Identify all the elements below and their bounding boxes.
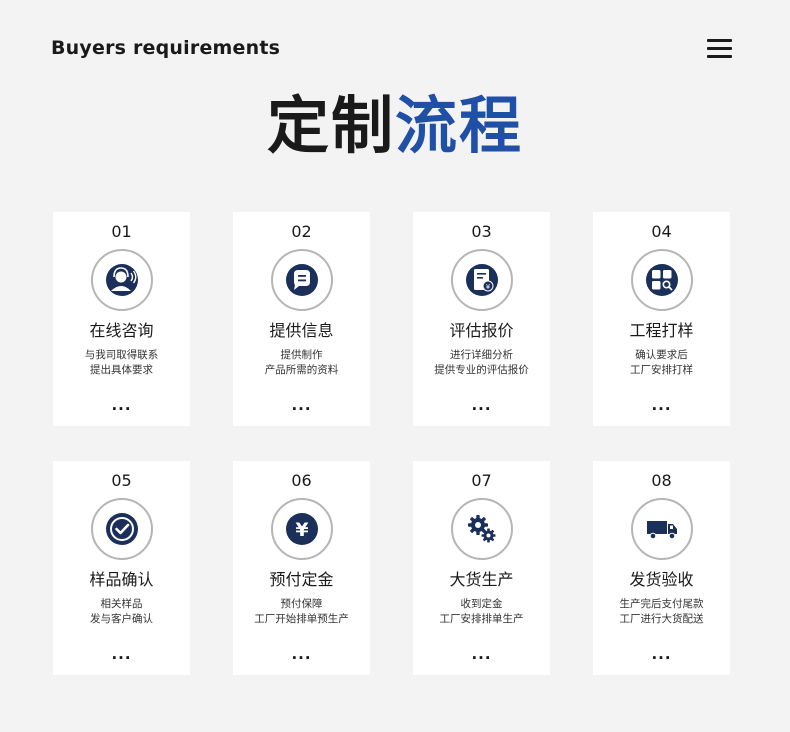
step-title: 预付定金 — [269, 570, 334, 589]
step-title: 提供信息 — [269, 321, 334, 340]
chat-bubble-icon — [271, 249, 333, 311]
delivery-truck-icon — [631, 498, 693, 560]
step-desc-line1: 进行详细分析 — [450, 349, 513, 361]
step-description: 生产完后支付尾款 工厂进行大货配送 — [593, 597, 730, 627]
step-description: 收到定金 工厂安排排单生产 — [413, 597, 550, 627]
step-desc-line2: 工厂进行大货配送 — [619, 613, 704, 625]
step-desc-line2: 工厂开始排单预生产 — [254, 613, 349, 625]
step-number: 03 — [471, 222, 492, 241]
more-button[interactable]: ... — [593, 396, 730, 414]
step-title: 评估报价 — [449, 321, 514, 340]
step-desc-line1: 提供制作 — [280, 349, 323, 361]
step-number: 04 — [651, 222, 672, 241]
quote-document-icon: ¥ — [451, 249, 513, 311]
page-title-part1: 定制 — [266, 89, 395, 162]
step-desc-line2: 工厂安排排单生产 — [439, 613, 524, 625]
step-card-05[interactable]: 05 样品确认 相关样品 发与客户确认 ... — [53, 461, 190, 675]
step-desc-line1: 收到定金 — [460, 598, 503, 610]
step-card-03[interactable]: 03 ¥ 评估报价 进行详细分析 提供专业的评估报价 ... — [413, 212, 550, 426]
grid-search-icon — [631, 249, 693, 311]
step-description: 提供制作 产品所需的资料 — [233, 348, 370, 378]
step-title: 工程打样 — [629, 321, 694, 340]
step-description: 相关样品 发与客户确认 — [53, 597, 190, 627]
step-description: 确认要求后 工厂安排打样 — [593, 348, 730, 378]
step-card-02[interactable]: 02 提供信息 提供制作 产品所需的资料 ... — [233, 212, 370, 426]
step-number: 02 — [291, 222, 312, 241]
check-circle-icon — [91, 498, 153, 560]
page-title: 定制流程 — [0, 88, 790, 164]
step-number: 08 — [651, 471, 672, 490]
step-desc-line1: 与我司取得联系 — [84, 349, 159, 361]
more-button[interactable]: ... — [233, 396, 370, 414]
yen-coin-icon: ¥ — [271, 498, 333, 560]
step-card-06[interactable]: 06 ¥ 预付定金 预付保障 工厂开始排单预生产 ... — [233, 461, 370, 675]
step-description: 与我司取得联系 提出具体要求 — [53, 348, 190, 378]
step-desc-line2: 提供专业的评估报价 — [434, 364, 529, 376]
step-card-08[interactable]: 08 发货验收 生产完后支付尾款 工厂进行大货配送 ... — [593, 461, 730, 675]
page-title-part2: 流程 — [395, 89, 524, 162]
step-number: 07 — [471, 471, 492, 490]
step-title: 发货验收 — [629, 570, 694, 589]
more-button[interactable]: ... — [413, 645, 550, 663]
step-description: 预付保障 工厂开始排单预生产 — [233, 597, 370, 627]
step-desc-line2: 产品所需的资料 — [264, 364, 339, 376]
more-button[interactable]: ... — [413, 396, 550, 414]
more-button[interactable]: ... — [53, 396, 190, 414]
step-desc-line1: 预付保障 — [280, 598, 323, 610]
step-card-01[interactable]: 01 在线咨询 与我司取得联系 提出具体要求 ... — [53, 212, 190, 426]
step-description: 进行详细分析 提供专业的评估报价 — [413, 348, 550, 378]
more-button[interactable]: ... — [593, 645, 730, 663]
header-title: Buyers requirements — [51, 37, 281, 59]
step-title: 样品确认 — [89, 570, 154, 589]
more-button[interactable]: ... — [233, 645, 370, 663]
svg-text:¥: ¥ — [295, 519, 308, 541]
step-desc-line2: 发与客户确认 — [90, 613, 153, 625]
more-button[interactable]: ... — [53, 645, 190, 663]
step-title: 大货生产 — [449, 570, 514, 589]
menu-icon[interactable] — [707, 39, 732, 58]
step-number: 06 — [291, 471, 312, 490]
step-number: 05 — [111, 471, 132, 490]
step-desc-line1: 生产完后支付尾款 — [619, 598, 704, 610]
gears-icon — [451, 498, 513, 560]
step-number: 01 — [111, 222, 132, 241]
step-desc-line2: 工厂安排打样 — [630, 364, 693, 376]
step-desc-line1: 相关样品 — [100, 598, 143, 610]
customer-service-icon — [91, 249, 153, 311]
svg-text:¥: ¥ — [486, 283, 491, 291]
step-card-07[interactable]: 07 大货生产 收到定金 工厂安排排单生产 ... — [413, 461, 550, 675]
step-card-04[interactable]: 04 工程打样 确认要求后 工厂安排打样 ... — [593, 212, 730, 426]
step-desc-line1: 确认要求后 — [635, 349, 688, 361]
step-desc-line2: 提出具体要求 — [90, 364, 153, 376]
step-title: 在线咨询 — [89, 321, 154, 340]
